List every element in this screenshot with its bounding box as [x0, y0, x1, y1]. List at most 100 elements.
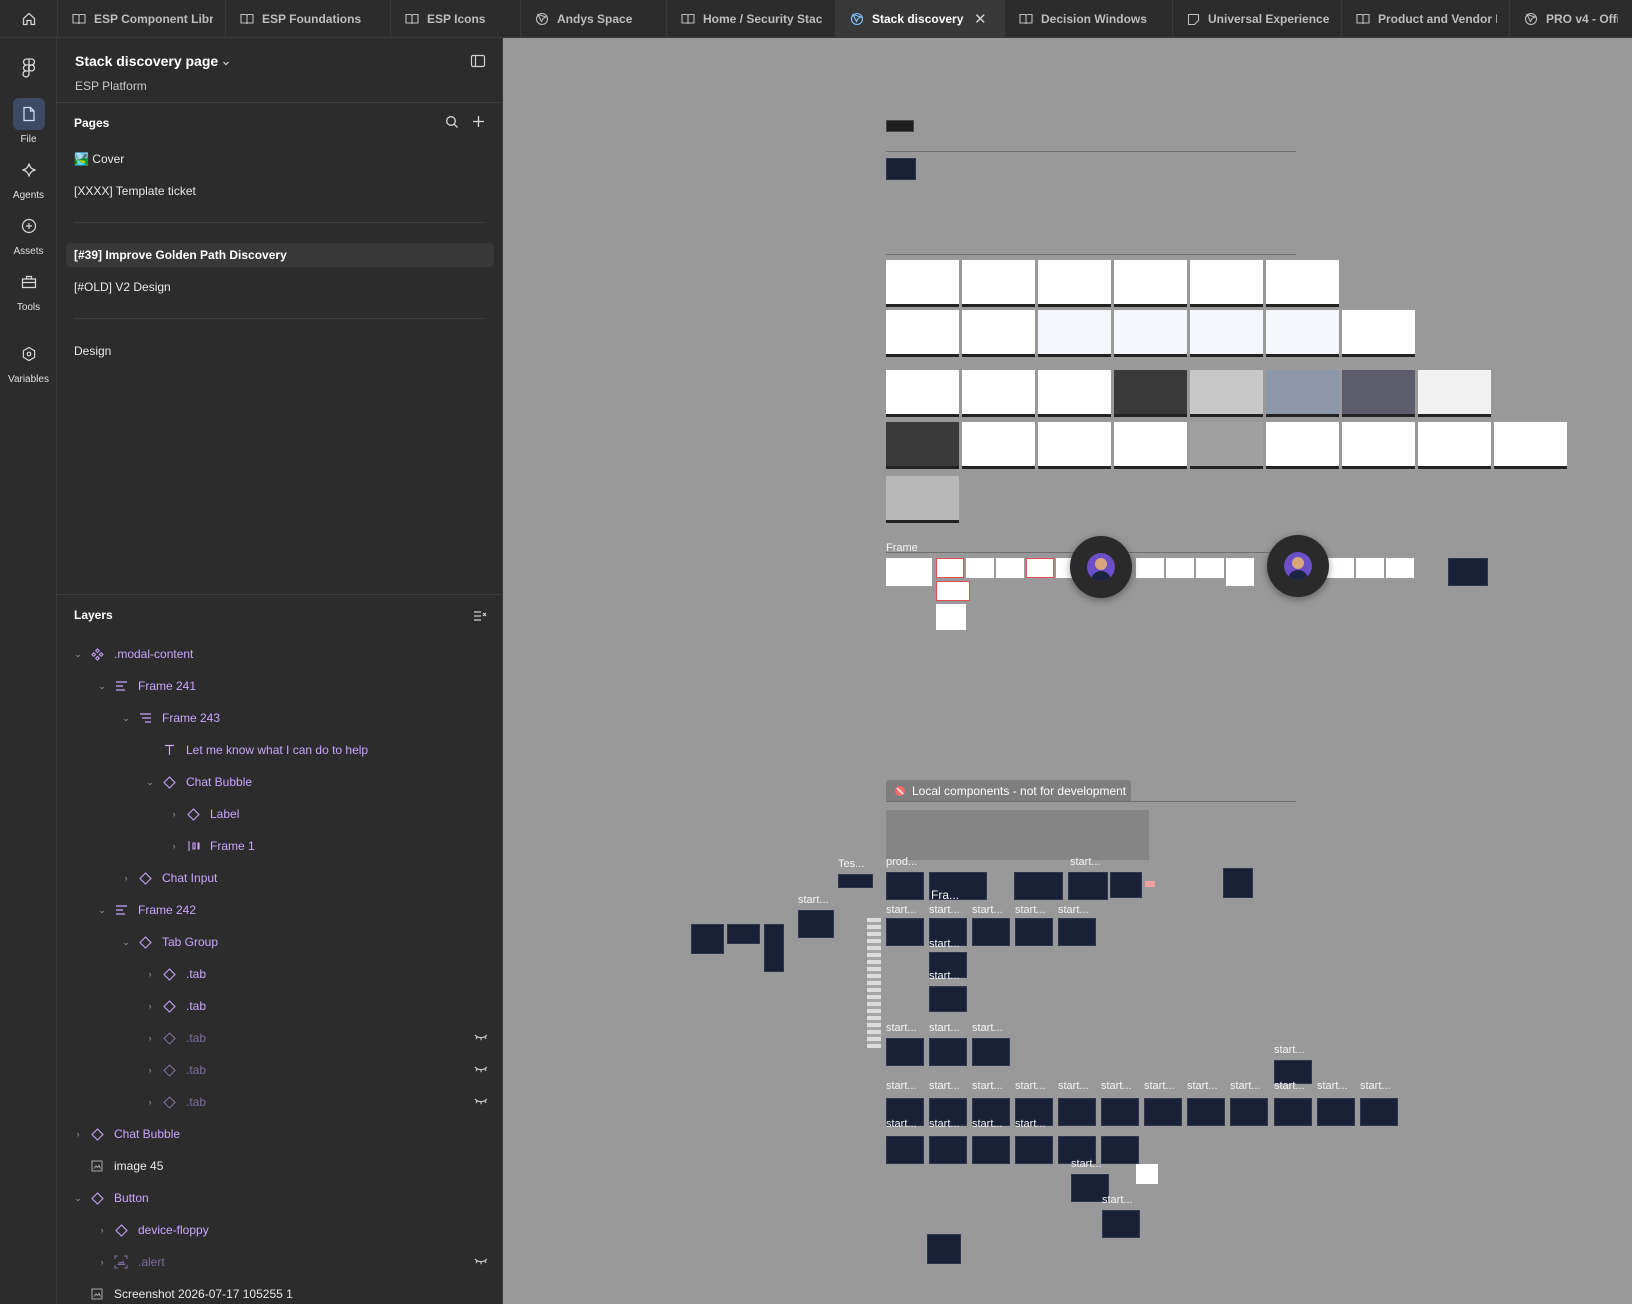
team-name[interactable]: ESP Platform	[75, 79, 147, 93]
frame-label[interactable]: start...	[929, 970, 960, 982]
canvas-element[interactable]	[867, 918, 881, 1048]
file-tab-1[interactable]: ESP Foundations	[226, 0, 391, 38]
chevron-right-icon[interactable]: ›	[96, 1225, 108, 1235]
collaborator-avatar[interactable]	[1070, 536, 1132, 598]
canvas-frame[interactable]	[886, 1136, 924, 1164]
hidden-eye-icon[interactable]	[474, 1255, 488, 1269]
file-tab-active[interactable]: Stack discovery pa✕	[836, 0, 1005, 38]
layer-row[interactable]: ⌄ .modal-content	[57, 638, 502, 670]
frame-label[interactable]: start...	[798, 894, 829, 906]
chevron-right-icon[interactable]: ›	[144, 1097, 156, 1107]
design-canvas[interactable]: Frame Local components - not for develop…	[503, 38, 1632, 1304]
canvas-frame[interactable]	[1102, 1210, 1140, 1238]
section-label[interactable]: Local components - not for development	[886, 780, 1131, 802]
frame-label[interactable]: start...	[886, 904, 917, 916]
rail-variables-button[interactable]: Variables	[0, 338, 57, 385]
frame-label[interactable]: start...	[886, 1080, 917, 1092]
file-tab-0[interactable]: ESP Component Librar	[58, 0, 226, 38]
frame-label[interactable]: start...	[972, 1022, 1003, 1034]
canvas-frame[interactable]	[1058, 1098, 1096, 1126]
frame-label[interactable]: start...	[929, 904, 960, 916]
toggle-sidebar-icon[interactable]	[470, 54, 486, 73]
chevron-down-icon[interactable]: ⌄	[120, 937, 132, 948]
layer-row[interactable]: › .tab	[57, 958, 502, 990]
file-tab-9[interactable]: PRO v4 - Officia	[1510, 0, 1630, 38]
layer-row[interactable]: ⌄ Chat Bubble	[57, 766, 502, 798]
layer-row[interactable]: › Frame 1	[57, 830, 502, 862]
local-components-frame[interactable]	[886, 810, 1149, 860]
canvas-frame[interactable]	[1015, 1136, 1053, 1164]
frame-label[interactable]: start...	[886, 1022, 917, 1034]
canvas-frame[interactable]	[1101, 1136, 1139, 1164]
frame-label[interactable]: start...	[972, 1118, 1003, 1130]
frame-label[interactable]: start...	[929, 1118, 960, 1130]
screen-thumbnail[interactable]	[886, 476, 959, 523]
rail-file-button[interactable]: File	[0, 98, 57, 145]
canvas-frame[interactable]	[886, 120, 914, 132]
add-page-icon[interactable]	[472, 115, 485, 133]
screen-thumbnail[interactable]	[1356, 558, 1384, 578]
hidden-eye-icon[interactable]	[474, 1031, 488, 1045]
layer-row-hidden[interactable]: › .tab	[57, 1054, 502, 1086]
screen-thumbnail[interactable]	[936, 581, 970, 601]
canvas-frame[interactable]	[1144, 1098, 1182, 1126]
screen-thumbnail[interactable]	[1494, 422, 1567, 469]
canvas-frame[interactable]	[838, 874, 873, 888]
layer-row[interactable]: ⌄ Frame 243	[57, 702, 502, 734]
layer-row[interactable]: › Label	[57, 798, 502, 830]
canvas-element[interactable]	[1136, 1164, 1158, 1184]
canvas-frame[interactable]	[1015, 918, 1053, 946]
layer-row[interactable]: ⌄ Frame 242	[57, 894, 502, 926]
frame-label[interactable]: start...	[929, 1022, 960, 1034]
screen-thumbnail[interactable]	[886, 370, 959, 417]
frame-label[interactable]: start...	[1187, 1080, 1218, 1092]
chevron-right-icon[interactable]: ›	[144, 1033, 156, 1043]
screen-thumbnail[interactable]	[886, 422, 959, 469]
canvas-frame[interactable]	[1068, 872, 1108, 900]
frame-label[interactable]: start...	[1101, 1080, 1132, 1092]
screen-thumbnail[interactable]	[962, 370, 1035, 417]
canvas-frame[interactable]	[1448, 558, 1488, 586]
frame-label[interactable]: start...	[1230, 1080, 1261, 1092]
layer-row[interactable]: › .tab	[57, 990, 502, 1022]
screen-thumbnail[interactable]	[886, 260, 959, 307]
screen-thumbnail[interactable]	[966, 558, 994, 578]
canvas-frame[interactable]	[1317, 1098, 1355, 1126]
screen-thumbnail[interactable]	[1038, 370, 1111, 417]
chevron-right-icon[interactable]: ›	[168, 841, 180, 851]
frame-label[interactable]: start...	[929, 938, 960, 950]
collapse-layers-icon[interactable]	[473, 609, 487, 627]
canvas-frame[interactable]	[886, 158, 916, 180]
canvas-frame[interactable]	[927, 1234, 961, 1264]
screen-thumbnail[interactable]	[1342, 422, 1415, 469]
chevron-right-icon[interactable]: ›	[72, 1129, 84, 1139]
frame-label[interactable]: start...	[1274, 1044, 1305, 1056]
rail-tools-button[interactable]: Tools	[0, 266, 57, 313]
canvas-frame[interactable]	[764, 924, 784, 972]
collaborator-avatar[interactable]	[1267, 535, 1329, 597]
file-tab-8[interactable]: Product and Vendor Pr	[1342, 0, 1510, 38]
layer-row[interactable]: ⌄ Button	[57, 1182, 502, 1214]
frame-label[interactable]: start...	[929, 1080, 960, 1092]
canvas-frame[interactable]	[1223, 868, 1253, 898]
frame-label[interactable]: start...	[1144, 1080, 1175, 1092]
screen-thumbnail[interactable]	[886, 558, 932, 586]
screen-thumbnail[interactable]	[1386, 558, 1414, 578]
chevron-right-icon[interactable]: ›	[168, 809, 180, 819]
screen-thumbnail[interactable]	[962, 422, 1035, 469]
file-tab-7[interactable]: Universal Experience L	[1173, 0, 1342, 38]
chevron-right-icon[interactable]: ›	[120, 873, 132, 883]
screen-thumbnail[interactable]	[936, 558, 964, 578]
frame-label[interactable]: start...	[1274, 1080, 1305, 1092]
screen-thumbnail[interactable]	[1114, 260, 1187, 307]
frame-label[interactable]: start...	[1317, 1080, 1348, 1092]
screen-thumbnail[interactable]	[962, 260, 1035, 307]
screen-thumbnail[interactable]	[1266, 310, 1339, 357]
screen-thumbnail[interactable]	[1038, 310, 1111, 357]
close-tab-icon[interactable]: ✕	[974, 10, 987, 28]
screen-thumbnail[interactable]	[1342, 310, 1415, 357]
page-item-template-ticket[interactable]: [XXXX] Template ticket	[74, 184, 196, 198]
canvas-frame[interactable]	[886, 918, 924, 946]
screen-thumbnail[interactable]	[1226, 558, 1254, 586]
canvas-frame[interactable]	[798, 910, 834, 938]
